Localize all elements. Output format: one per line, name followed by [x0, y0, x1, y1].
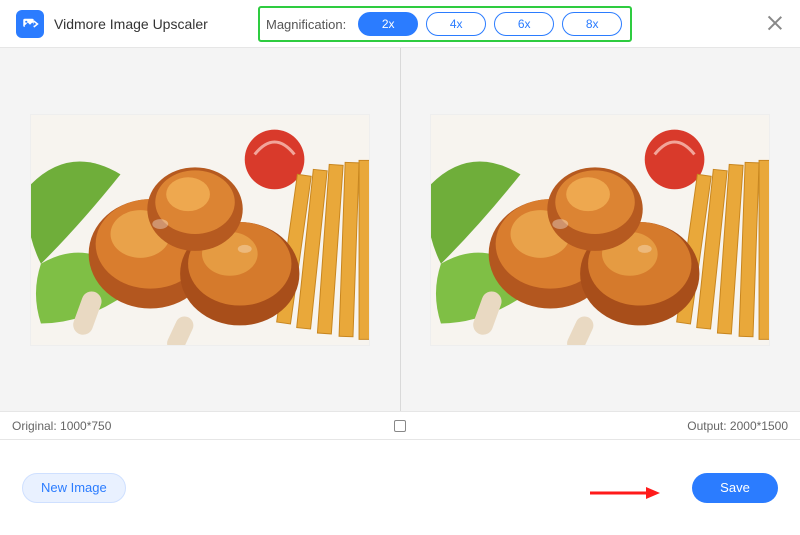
- dimension-bar: Original: 1000*750 Output: 2000*1500: [0, 412, 800, 440]
- compare-toggle-icon[interactable]: [394, 420, 406, 432]
- magnification-label: Magnification:: [266, 17, 346, 32]
- original-image: [30, 114, 370, 346]
- preview-area: [0, 48, 800, 412]
- close-icon[interactable]: [764, 12, 786, 34]
- footer-bar: New Image Save: [0, 440, 800, 535]
- magnification-option-6x[interactable]: 6x: [494, 12, 554, 36]
- header-bar: Vidmore Image Upscaler Magnification: 2x…: [0, 0, 800, 48]
- app-title: Vidmore Image Upscaler: [54, 16, 208, 32]
- original-image-pane: [0, 48, 401, 411]
- output-image: [430, 114, 770, 346]
- magnification-group: Magnification: 2x 4x 6x 8x: [258, 6, 632, 42]
- save-button[interactable]: Save: [692, 473, 778, 503]
- magnification-option-2x[interactable]: 2x: [358, 12, 418, 36]
- annotation-arrow-icon: [590, 486, 660, 500]
- magnification-option-4x[interactable]: 4x: [426, 12, 486, 36]
- magnification-option-8x[interactable]: 8x: [562, 12, 622, 36]
- original-dimensions-label: Original: 1000*750: [12, 419, 111, 433]
- output-image-pane: [401, 48, 800, 411]
- output-dimensions-label: Output: 2000*1500: [687, 419, 788, 433]
- new-image-button[interactable]: New Image: [22, 473, 126, 503]
- app-logo-icon: [16, 10, 44, 38]
